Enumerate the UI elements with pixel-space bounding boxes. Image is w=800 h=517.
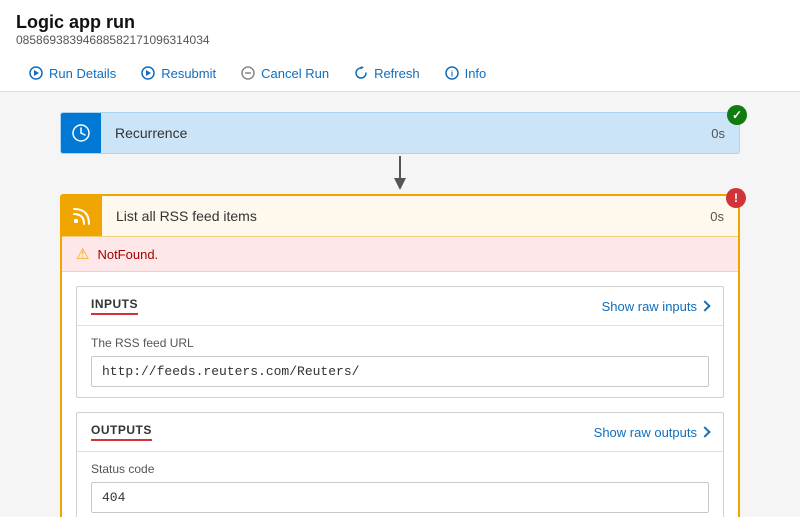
error-message: NotFound.: [97, 247, 158, 262]
status-code-label: Status code: [91, 462, 709, 476]
chevron-right-icon: [699, 300, 710, 311]
cancel-run-button[interactable]: Cancel Run: [228, 61, 341, 85]
chevron-right-outputs-icon: [699, 426, 710, 437]
outputs-title: OUTPUTS: [91, 423, 152, 441]
feed-url-label: The RSS feed URL: [91, 336, 709, 350]
resubmit-icon: [140, 65, 156, 81]
page-title: Logic app run: [16, 12, 784, 33]
show-raw-outputs-label: Show raw outputs: [594, 425, 697, 440]
outputs-panel: OUTPUTS Show raw outputs Status code 404: [76, 412, 724, 517]
rss-block: List all RSS feed items 0s ! ⚠ NotFound.…: [60, 194, 740, 517]
refresh-icon: [353, 65, 369, 81]
info-label: Info: [465, 66, 487, 81]
warning-icon: ⚠: [76, 245, 89, 263]
inputs-panel: INPUTS Show raw inputs The RSS feed URL …: [76, 286, 724, 398]
rss-icon: [62, 196, 102, 236]
outputs-panel-body: Status code 404: [77, 452, 723, 517]
resubmit-button[interactable]: Resubmit: [128, 61, 228, 85]
main-content: Recurrence 0s ✓ List all RSS feed items …: [0, 92, 800, 517]
page-header: Logic app run 08586938394688582171096314…: [0, 0, 800, 47]
refresh-button[interactable]: Refresh: [341, 61, 432, 85]
show-raw-inputs-label: Show raw inputs: [602, 299, 697, 314]
arrow-connector: [30, 154, 770, 194]
success-badge: ✓: [727, 105, 747, 125]
info-button[interactable]: i Info: [432, 61, 499, 85]
status-code-value: 404: [91, 482, 709, 513]
recurrence-block[interactable]: Recurrence 0s ✓: [60, 112, 740, 154]
resubmit-label: Resubmit: [161, 66, 216, 81]
svg-text:i: i: [450, 70, 452, 79]
run-details-button[interactable]: Run Details: [16, 61, 128, 85]
inputs-panel-header: INPUTS Show raw inputs: [77, 287, 723, 326]
rss-header: List all RSS feed items 0s !: [62, 196, 738, 237]
outputs-panel-header: OUTPUTS Show raw outputs: [77, 413, 723, 452]
cancel-run-label: Cancel Run: [261, 66, 329, 81]
refresh-label: Refresh: [374, 66, 420, 81]
show-raw-inputs-link[interactable]: Show raw inputs: [602, 299, 709, 314]
inputs-title: INPUTS: [91, 297, 138, 315]
cancel-icon: [240, 65, 256, 81]
feed-url-value: http://feeds.reuters.com/Reuters/: [91, 356, 709, 387]
recurrence-icon: [61, 113, 101, 153]
inner-content: INPUTS Show raw inputs The RSS feed URL …: [62, 272, 738, 517]
run-details-label: Run Details: [49, 66, 116, 81]
play-icon: [28, 65, 44, 81]
error-badge: !: [726, 188, 746, 208]
run-id: 08586938394688582171096314034: [16, 33, 784, 47]
info-icon: i: [444, 65, 460, 81]
show-raw-outputs-link[interactable]: Show raw outputs: [594, 425, 709, 440]
toolbar: Run Details Resubmit Cancel Run: [0, 55, 800, 92]
recurrence-label: Recurrence: [101, 115, 697, 151]
error-banner: ⚠ NotFound.: [62, 237, 738, 272]
inputs-panel-body: The RSS feed URL http://feeds.reuters.co…: [77, 326, 723, 397]
rss-label: List all RSS feed items: [102, 198, 696, 234]
